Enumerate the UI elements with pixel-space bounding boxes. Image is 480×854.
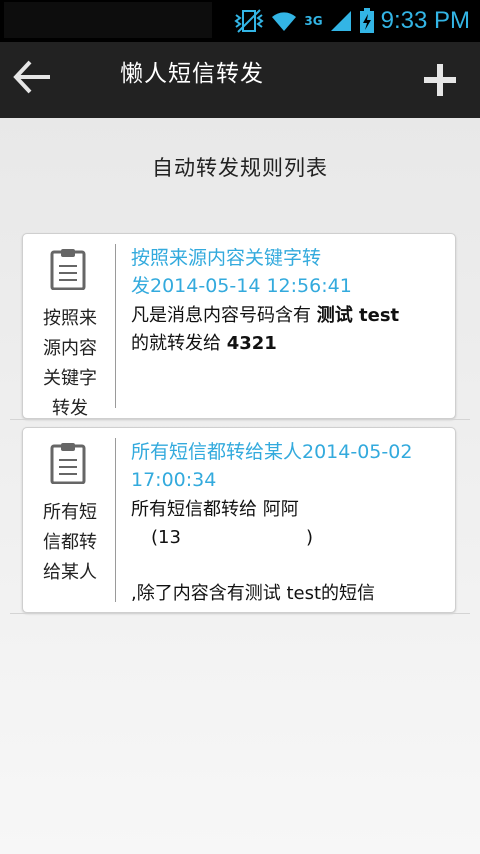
status-icons: 3G 9:33 PM xyxy=(234,0,480,42)
rule-title-line: 17:00:34 xyxy=(131,469,217,491)
phone-number-open: (13 xyxy=(151,527,181,548)
rule-description-line: (13) xyxy=(131,524,445,552)
app-title: 懒人短信转发 xyxy=(120,61,264,87)
rule-title-line: 所有短信都转给某人2014-05-02 xyxy=(131,441,413,463)
status-bar: 3G 9:33 PM xyxy=(0,0,480,42)
page-title: 自动转发规则列表 xyxy=(152,156,328,180)
rule-title-line: 按照来源内容关键字转 xyxy=(131,247,322,269)
keyword-text: 测试 test xyxy=(316,305,400,326)
signal-icon xyxy=(330,11,351,31)
rule-content: 所有短信都转给某人2014-05-02 17:00:34 所有短信都转给 阿阿 … xyxy=(131,438,445,608)
rule-description-line: ,除了内容含有测试 test的短信 xyxy=(131,583,376,604)
phone-number-close: ) xyxy=(305,527,313,548)
target-number: 4321 xyxy=(226,333,277,354)
vibrate-icon xyxy=(234,9,265,33)
battery-charging-icon xyxy=(359,8,374,33)
network-type-label: 3G xyxy=(304,14,323,28)
rule-type-line: 关键字 xyxy=(43,368,97,389)
rule-type-label: 按照来 源内容 关键字 转发 xyxy=(35,304,105,424)
rule-type-line: 源内容 xyxy=(43,338,97,359)
rule-title-line: 发2014-05-14 12:56:41 xyxy=(131,275,352,297)
rule-desc-text: 凡是消息内容号码含有 xyxy=(131,305,317,326)
rule-card[interactable]: 所有短 信都转 给某人 所有短信都转给某人2014-05-02 17:00:34… xyxy=(22,427,456,613)
rule-title: 按照来源内容关键字转 发2014-05-14 12:56:41 xyxy=(131,244,445,300)
rule-title: 所有短信都转给某人2014-05-02 17:00:34 xyxy=(131,438,445,494)
divider xyxy=(115,244,116,408)
action-bar: 懒人短信转发 xyxy=(0,42,480,118)
clock: 9:33 PM xyxy=(380,7,470,34)
list-divider xyxy=(10,419,470,420)
rule-card[interactable]: 按照来 源内容 关键字 转发 按照来源内容关键字转 发2014-05-14 12… xyxy=(22,233,456,419)
plus-icon[interactable] xyxy=(420,60,460,100)
rule-type-column: 按照来 源内容 关键字 转发 xyxy=(23,234,115,419)
list-divider xyxy=(10,613,470,614)
rule-description: 所有短信都转给 阿阿 (13) ,除了内容含有测试 test的短信 xyxy=(131,496,445,608)
rule-type-line: 按照来 xyxy=(43,308,97,329)
clipboard-icon xyxy=(50,249,86,290)
rule-type-line: 所有短 xyxy=(43,502,97,523)
notification-area xyxy=(4,2,212,38)
wifi-icon xyxy=(272,12,297,31)
rule-type-line: 信都转 xyxy=(43,532,97,553)
rule-type-column: 所有短 信都转 给某人 xyxy=(23,428,115,612)
arrow-left-icon[interactable] xyxy=(12,56,54,98)
divider xyxy=(115,438,116,602)
rule-description: 凡是消息内容号码含有 测试 test 的就转发给 4321 xyxy=(131,302,445,358)
rule-type-label: 所有短 信都转 给某人 xyxy=(35,498,105,588)
rule-content: 按照来源内容关键字转 发2014-05-14 12:56:41 凡是消息内容号码… xyxy=(131,244,445,358)
rule-description-line: 的就转发给 4321 xyxy=(131,330,445,358)
rule-type-line: 给某人 xyxy=(43,562,97,583)
clipboard-icon xyxy=(50,443,86,484)
rule-desc-text: 的就转发给 xyxy=(131,333,227,354)
rule-description-line: 所有短信都转给 阿阿 xyxy=(131,499,299,520)
rule-description-line: 凡是消息内容号码含有 测试 test xyxy=(131,302,445,330)
